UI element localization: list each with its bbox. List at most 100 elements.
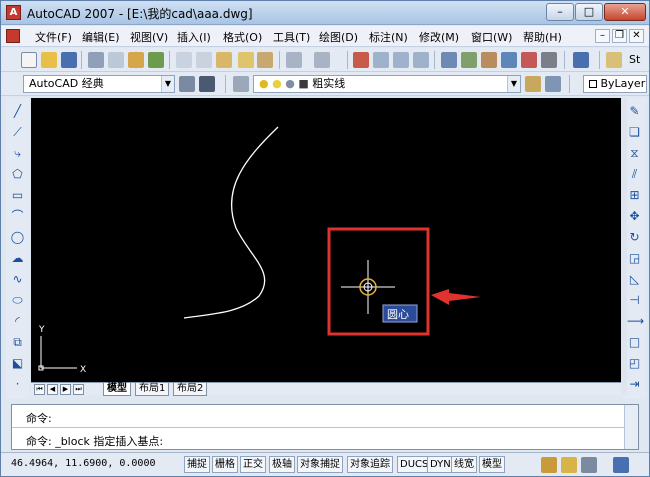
workspace-settings-icon[interactable] [179,76,195,92]
line-icon[interactable]: ╱ [10,104,25,119]
offset-icon[interactable]: ⫽ [627,167,642,182]
menu-modify[interactable]: 修改(M) [419,29,459,45]
color-select[interactable]: ByLayer [583,75,647,93]
ellipse-icon[interactable]: ⬭ [10,293,25,308]
workspace-save-icon[interactable] [199,76,215,92]
tray-settings-icon[interactable] [581,457,597,473]
maximize-button[interactable]: □ [575,3,603,21]
command-prompt[interactable]: 命令: _block 指定插入基点: [26,433,163,449]
scale-icon[interactable]: ◲ [627,251,642,266]
polygon-icon[interactable]: ⬠ [10,167,25,182]
ortho-toggle[interactable]: 正交 [240,456,266,473]
tab-layout1[interactable]: 布局1 [135,383,170,396]
revision-cloud-icon[interactable]: ☁ [10,251,25,266]
communication-center-icon[interactable] [541,457,557,473]
tab-model[interactable]: 模型 [103,383,131,396]
menu-tools[interactable]: 工具(T) [273,29,310,45]
dyn-toggle[interactable]: DYN [427,456,454,473]
polyline-icon[interactable]: ⤷ [10,146,25,161]
grid-toggle[interactable]: 栅格 [212,456,238,473]
construction-line-icon[interactable]: ⟋ [10,125,25,140]
ellipse-arc-icon[interactable]: ◜ [10,314,25,329]
open-file-icon[interactable] [41,52,57,68]
document-close-button[interactable]: ✕ [629,29,644,43]
document-restore-button[interactable]: ❐ [612,29,627,43]
copy-icon[interactable] [196,52,212,68]
coordinate-readout[interactable]: 46.4964, 11.6900, 0.0000 [11,458,156,469]
model-toggle[interactable]: 模型 [479,456,505,473]
tab-layout2[interactable]: 布局2 [173,383,208,396]
first-tab-button[interactable]: ⏮ [34,384,45,395]
command-scrollbar[interactable] [624,405,638,449]
make-current-layer-icon[interactable] [525,76,541,92]
stretch-icon[interactable]: ◺ [627,272,642,287]
drawing-canvas[interactable]: 圆心 Y X [31,98,621,382]
break-icon[interactable]: □ [627,335,642,350]
layer-manager-icon[interactable] [233,76,249,92]
vertical-scrollbar[interactable] [621,98,627,395]
3d-dwf-icon[interactable] [148,52,164,68]
tool-palettes-icon[interactable] [481,52,497,68]
sheet-set-icon[interactable] [501,52,517,68]
spline-icon[interactable]: ∿ [10,272,25,287]
save-icon[interactable] [61,52,77,68]
plot-preview-icon[interactable] [108,52,124,68]
zoom-window-icon[interactable] [393,52,409,68]
menu-draw[interactable]: 绘图(D) [319,29,358,45]
fillet-icon[interactable]: ⇥ [627,377,642,392]
snap-toggle[interactable]: 捕捉 [184,456,210,473]
spline-curve[interactable] [183,126,279,319]
rectangle-icon[interactable]: ▭ [10,188,25,203]
mirror-icon[interactable]: ⧖ [627,146,642,161]
layer-select[interactable]: ● ● ● ■ 粗实线 ▼ [253,75,521,93]
insert-block-icon[interactable]: ⧉ [10,335,25,350]
document-minimize-button[interactable]: – [595,29,610,43]
move-icon[interactable]: ✥ [627,209,642,224]
last-tab-button[interactable]: ⏭ [73,384,84,395]
make-block-icon[interactable]: ⬕ [10,356,25,371]
autocad-app-icon[interactable]: A [6,5,21,20]
extend-icon[interactable]: ⟶ [627,314,644,329]
redo-icon[interactable] [314,52,330,68]
publish-icon[interactable] [128,52,144,68]
menu-window[interactable]: 窗口(W) [471,29,512,45]
markup-icon[interactable] [521,52,537,68]
menu-view[interactable]: 视图(V) [130,29,168,45]
lock-toolbar-icon[interactable] [561,457,577,473]
polar-toggle[interactable]: 极轴 [269,456,295,473]
document-icon[interactable] [6,29,20,43]
arc-icon[interactable]: ⌒ [10,209,25,224]
block-editor-icon[interactable] [257,52,273,68]
command-window[interactable]: 命令: 命令: _block 指定插入基点: [11,404,639,450]
print-icon[interactable] [88,52,104,68]
cut-icon[interactable] [176,52,192,68]
next-tab-button[interactable]: ▶ [60,384,71,395]
help-icon[interactable] [573,52,589,68]
lineweight-toggle[interactable]: 线宽 [451,456,477,473]
menu-format[interactable]: 格式(O) [223,29,262,45]
menu-help[interactable]: 帮助(H) [523,29,562,45]
zoom-previous-icon[interactable] [413,52,429,68]
design-center-icon[interactable] [461,52,477,68]
undo-icon[interactable] [286,52,302,68]
menu-edit[interactable]: 编辑(E) [82,29,120,45]
match-properties-icon[interactable] [238,52,254,68]
trim-icon[interactable]: ⊣ [627,293,642,308]
zoom-realtime-icon[interactable] [373,52,389,68]
menu-insert[interactable]: 插入(I) [177,29,211,45]
layer-previous-icon[interactable] [545,76,561,92]
close-button[interactable]: ✕ [604,3,646,21]
text-style-icon[interactable] [606,52,622,68]
workspace-select[interactable]: AutoCAD 经典 ▼ [23,75,175,93]
prev-tab-button[interactable]: ◀ [47,384,58,395]
chamfer-icon[interactable]: ◰ [627,356,642,371]
paste-icon[interactable] [216,52,232,68]
erase-icon[interactable]: ✎ [627,104,642,119]
copy-object-icon[interactable]: ❏ [627,125,642,140]
properties-icon[interactable] [441,52,457,68]
osnap-toggle[interactable]: 对象捕捉 [297,456,343,473]
rotate-icon[interactable]: ↻ [627,230,642,245]
pan-icon[interactable] [353,52,369,68]
menu-dimension[interactable]: 标注(N) [369,29,408,45]
clean-screen-icon[interactable] [613,457,629,473]
